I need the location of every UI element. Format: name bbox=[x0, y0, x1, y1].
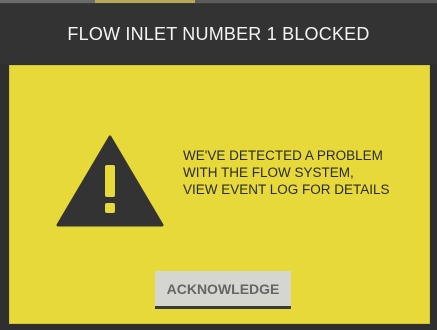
alert-message-line: WE'VE DETECTED A PROBLEM bbox=[183, 148, 383, 163]
alert-message-line: VIEW EVENT LOG FOR DETAILS bbox=[183, 182, 390, 197]
status-strip-segment-right bbox=[195, 0, 437, 3]
status-strip-segment-left bbox=[0, 0, 95, 3]
alert-message: WE'VE DETECTED A PROBLEM WITH THE FLOW S… bbox=[183, 147, 413, 198]
alert-title: FLOW INLET NUMBER 1 BLOCKED bbox=[67, 23, 370, 44]
alert-header: FLOW INLET NUMBER 1 BLOCKED bbox=[0, 4, 437, 64]
acknowledge-button[interactable]: ACKNOWLEDGE bbox=[155, 271, 291, 309]
warning-triangle-icon bbox=[56, 135, 164, 227]
status-strip-segment-accent bbox=[95, 0, 195, 3]
alert-message-line: WITH THE FLOW SYSTEM, bbox=[183, 165, 354, 180]
